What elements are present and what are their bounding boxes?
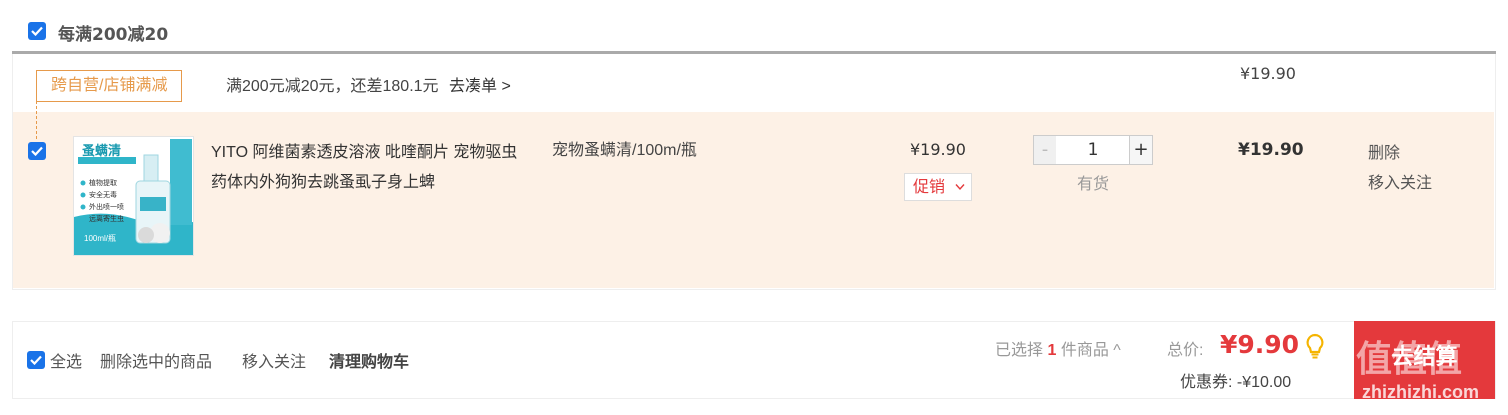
watermark-sub: zhizhizhi.com [1362,382,1479,402]
total-amount: ¥9.90 [1220,330,1300,359]
product-spec: 宠物蚤螨清/100m/瓶 [552,142,697,159]
footer-move-follow-link[interactable]: 移入关注 [242,348,306,372]
promo-connector [36,101,37,139]
coupon-discount: 优惠券: -¥10.00 [1180,374,1292,391]
clear-cart-link[interactable]: 清理购物车 [329,348,409,372]
thumb-volume: 100ml/瓶 [84,234,117,243]
shop-header-title: 每满200减20 [58,25,169,45]
shop-checkbox[interactable] [28,22,46,40]
checkmark-icon [31,146,43,156]
group-price: ¥19.90 [1240,64,1296,83]
stock-status: 有货 [1077,176,1110,193]
checkmark-icon [30,355,42,365]
thumb-brand: 蚤螨清 [82,143,122,158]
product-thumbnail[interactable]: 蚤螨清 植物提取 安全无毒 外出喷一喷 远离寄生虫 100ml/瓶 [73,136,194,256]
product-name[interactable]: YITO 阿维菌素透皮溶液 吡喹酮片 宠物驱虫药体内外狗狗去跳蚤虱子身上蜱 [211,138,531,198]
promo-text: 满200元减20元，还差180.1元 [226,78,439,95]
move-to-follow-link[interactable]: 移入关注 [1368,169,1432,193]
quantity-increase-button[interactable]: + [1129,136,1152,164]
thumb-feature-3: 外出喷一喷 [89,204,124,211]
promo-dropdown-label: 促销 [913,179,946,196]
promo-info: 满200元减20元，还差180.1元 去凑单 > [226,72,511,96]
lightbulb-icon[interactable] [1305,333,1325,359]
unit-price: ¥19.90 [910,140,966,159]
selected-prefix: 已选择 [995,342,1044,359]
item-subtotal: ¥19.90 [1238,140,1304,160]
delete-item-link[interactable]: 删除 [1368,139,1400,163]
selected-count-toggle[interactable]: 已选择 1 件商品 ^ [995,336,1121,360]
item-checkbox[interactable] [28,142,46,160]
checkmark-icon [31,26,43,36]
thumb-feature-2: 安全无毒 [89,192,117,199]
quantity-input[interactable] [1056,136,1130,164]
thumb-feature-4: 远离寄生虫 [89,216,124,223]
selected-suffix: 件商品 ^ [1060,342,1121,359]
selected-count: 1 [1047,342,1057,359]
watermark-logo: 值值值 zhizhizhi.com [1356,330,1502,410]
add-on-link[interactable]: 去凑单 > [449,78,511,95]
thumb-feature-1: 植物提取 [89,180,117,187]
select-all-label[interactable]: 全选 [50,348,82,372]
total-label: 总价: [1167,342,1204,359]
quantity-stepper: - + [1033,135,1153,165]
watermark-main: 值值值 [1356,338,1462,379]
promo-dropdown[interactable]: 促销 [904,173,972,201]
chevron-down-icon [955,184,965,191]
quantity-decrease-button[interactable]: - [1034,136,1057,164]
promo-tag: 跨自营/店铺满减 [36,70,183,102]
select-all-checkbox[interactable] [27,351,45,369]
delete-selected-link[interactable]: 删除选中的商品 [100,348,212,372]
